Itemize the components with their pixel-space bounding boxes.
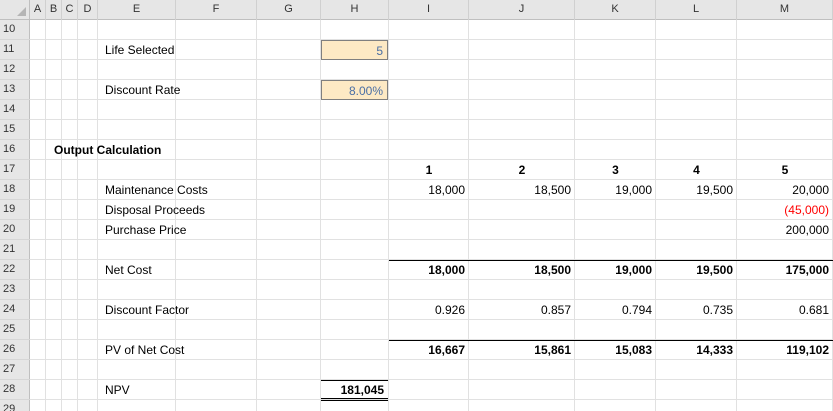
column-header-k[interactable]: K [575, 0, 656, 20]
maintenance-cost-value[interactable]: 20,000 [737, 180, 833, 200]
disposal-proceeds-label: Disposal Proceeds [105, 203, 206, 217]
year-header: 2 [518, 163, 526, 177]
purchase-price-value[interactable]: 200,000 [737, 220, 833, 240]
year-header: 3 [612, 163, 619, 177]
pv-net-cost-value[interactable]: 16,667 [389, 340, 469, 360]
spreadsheet-grid[interactable]: ABCDEFGHIJKLM 10 11 12 13 14 15 16 17 18 19 20 21 22… [0, 0, 833, 411]
npv-label: NPV [105, 383, 130, 397]
year-header: 5 [781, 163, 789, 177]
row-header-16[interactable]: 16 [0, 140, 30, 160]
column-header-j[interactable]: J [469, 0, 575, 20]
row-header-29[interactable]: 29 [0, 400, 30, 411]
row-header-25[interactable]: 25 [0, 320, 30, 340]
year-header: 1 [425, 163, 433, 177]
maintenance-cost-value[interactable]: 19,000 [575, 180, 656, 200]
row-header-23[interactable]: 23 [0, 280, 30, 300]
net-cost-value[interactable]: 175,000 [737, 260, 833, 280]
discount-factor-label: Discount Factor [105, 303, 190, 317]
row-header-10[interactable]: 10 [0, 20, 30, 40]
row-header-27[interactable]: 27 [0, 360, 30, 380]
row-header-15[interactable]: 15 [0, 120, 30, 140]
pv-net-cost-value[interactable]: 15,083 [575, 340, 656, 360]
row-header-28[interactable]: 28 [0, 380, 30, 400]
discount-factor-value[interactable]: 0.735 [656, 300, 737, 320]
discount-factor-value[interactable]: 0.926 [389, 300, 469, 320]
column-header-a[interactable]: A [30, 0, 46, 20]
row-header-24[interactable]: 24 [0, 300, 30, 320]
column-header-f[interactable]: F [176, 0, 257, 20]
column-header-g[interactable]: G [257, 0, 321, 20]
row-header-22[interactable]: 22 [0, 260, 30, 280]
row-header-17[interactable]: 17 [0, 160, 30, 180]
purchase-price-label: Purchase Price [105, 223, 187, 237]
year-header: 4 [693, 163, 700, 177]
maintenance-cost-value[interactable]: 19,500 [656, 180, 737, 200]
net-cost-value[interactable]: 19,000 [575, 260, 656, 280]
row-header-18[interactable]: 18 [0, 180, 30, 200]
select-all-corner[interactable] [0, 0, 30, 20]
discount-factor-value[interactable]: 0.857 [469, 300, 575, 320]
column-header-d[interactable]: D [78, 0, 98, 20]
column-header-bar: ABCDEFGHIJKLM [30, 0, 833, 20]
disposal-proceeds-value[interactable]: (45,000) [737, 200, 833, 220]
column-header-h[interactable]: H [321, 0, 389, 20]
pv-net-cost-value[interactable]: 119,102 [737, 340, 833, 360]
column-header-b[interactable]: B [46, 0, 62, 20]
row-header-13[interactable]: 13 [0, 80, 30, 100]
pv-net-cost-value[interactable]: 14,333 [656, 340, 737, 360]
column-header-l[interactable]: L [656, 0, 737, 20]
net-cost-value[interactable]: 19,500 [656, 260, 737, 280]
maintenance-costs-label: Maintenance Costs [105, 183, 208, 197]
maintenance-cost-value[interactable]: 18,000 [389, 180, 469, 200]
discount-factor-value[interactable]: 0.794 [575, 300, 656, 320]
life-selected-input[interactable]: 5 [321, 40, 388, 60]
output-calculation-title: Output Calculation [54, 143, 162, 157]
column-header-i[interactable]: I [389, 0, 469, 20]
pv-net-cost-value[interactable]: 15,861 [469, 340, 575, 360]
maintenance-cost-value[interactable]: 18,500 [469, 180, 575, 200]
row-header-14[interactable]: 14 [0, 100, 30, 120]
life-selected-label: Life Selected [105, 43, 175, 57]
row-header-12[interactable]: 12 [0, 60, 30, 80]
discount-factor-value[interactable]: 0.681 [737, 300, 833, 320]
row-header-26[interactable]: 26 [0, 340, 30, 360]
row-header-11[interactable]: 11 [0, 40, 30, 60]
row-header-20[interactable]: 20 [0, 220, 30, 240]
row-header-19[interactable]: 19 [0, 200, 30, 220]
pv-net-cost-label: PV of Net Cost [105, 343, 185, 357]
npv-double-underline [321, 398, 388, 401]
row-header-bar: 10 11 12 13 14 15 16 17 18 19 20 21 22 23 24 25 26 27 28 29 [0, 20, 30, 411]
net-cost-value[interactable]: 18,000 [389, 260, 469, 280]
net-cost-value[interactable]: 18,500 [469, 260, 575, 280]
discount-rate-input[interactable]: 8.00% [321, 80, 388, 100]
discount-rate-label: Discount Rate [105, 83, 181, 97]
row-gridline [30, 119, 833, 120]
column-header-c[interactable]: C [62, 0, 78, 20]
column-header-e[interactable]: E [98, 0, 176, 20]
npv-value[interactable]: 181,045 [321, 380, 388, 400]
row-header-21[interactable]: 21 [0, 240, 30, 260]
column-header-m[interactable]: M [737, 0, 833, 20]
net-cost-label: Net Cost [105, 263, 152, 277]
